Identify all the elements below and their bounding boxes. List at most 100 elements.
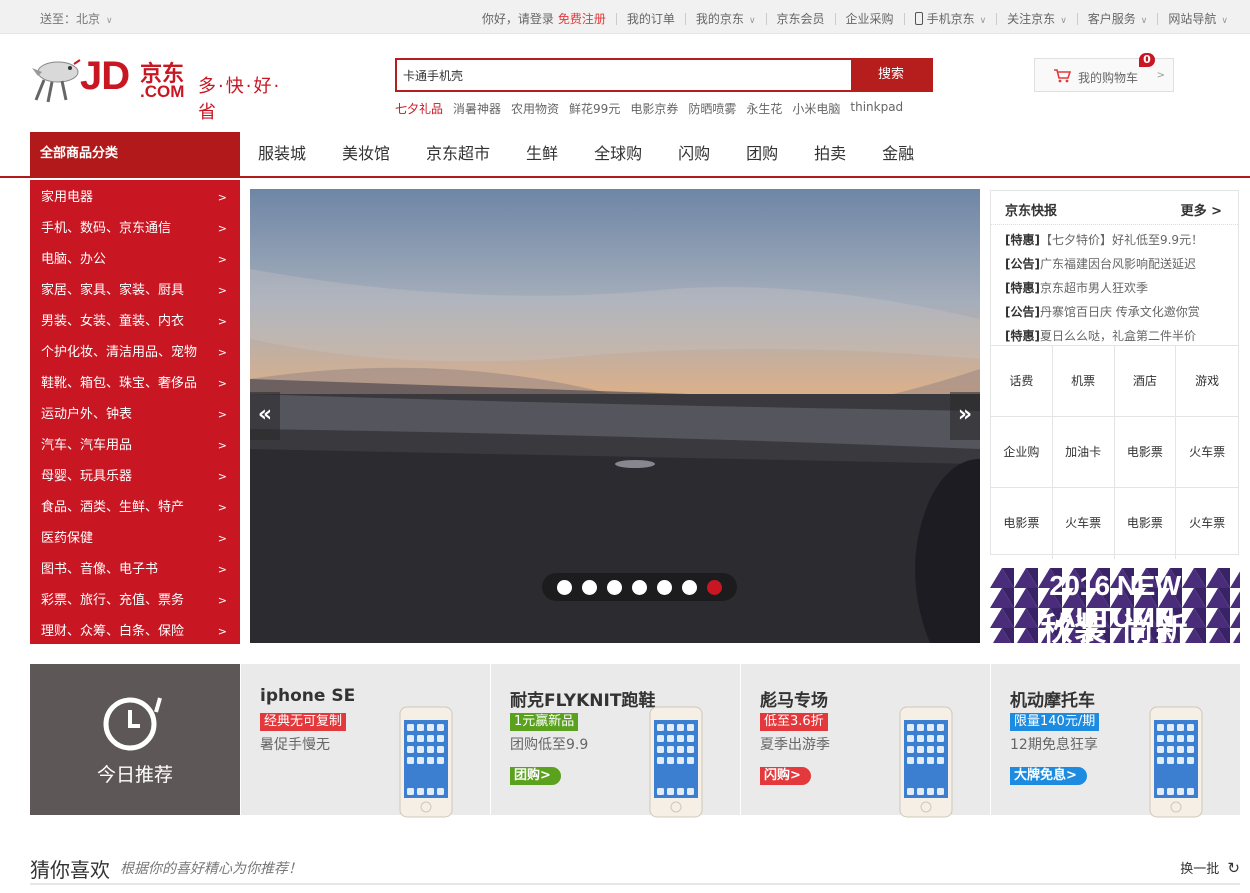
category-item[interactable]: 家居、家具、家装、厨具 > bbox=[30, 275, 240, 306]
service-item[interactable]: 话费 bbox=[991, 346, 1053, 417]
logo-slogan: 多·快·好·省 bbox=[198, 76, 282, 123]
flash-sale-button[interactable]: 闪购> bbox=[760, 767, 811, 785]
autumn-ad-banner[interactable]: 2016 NEW AUTUMN 秋装 尚新 bbox=[990, 568, 1240, 643]
service-item[interactable]: 加油卡 bbox=[1052, 417, 1115, 488]
hotword-link[interactable]: 电影京券 bbox=[630, 100, 678, 117]
recommend-product-card[interactable]: iphone SE 经典无可复制 暑促手慢无 bbox=[240, 664, 489, 818]
service-item[interactable]: 企业购 bbox=[991, 417, 1053, 488]
hotword-link[interactable]: 小米电脑 bbox=[792, 100, 840, 117]
hotword-link[interactable]: 消暑神器 bbox=[453, 100, 501, 117]
carousel-dot[interactable] bbox=[557, 579, 572, 595]
nav-item[interactable]: 团购 bbox=[728, 132, 796, 176]
carousel-dot[interactable] bbox=[582, 579, 597, 595]
category-item[interactable]: 汽车、汽车用品 > bbox=[30, 430, 240, 461]
service-item[interactable]: 电影票 bbox=[991, 488, 1053, 559]
category-item[interactable]: 食品、酒类、生鲜、特产 > bbox=[30, 492, 240, 523]
hotword-link[interactable]: 鲜花99元 bbox=[569, 100, 620, 117]
news-item[interactable]: [公告]丹寨馆百日庆 传承文化邀你赏 bbox=[1005, 300, 1238, 324]
category-item[interactable]: 运动户外、钟表 > bbox=[30, 399, 240, 430]
divider bbox=[834, 12, 836, 25]
mobile-jd-link[interactable]: 手机京东 ∨ bbox=[914, 10, 986, 27]
hot-keywords: 七夕礼品 消暑神器 农用物资 鲜花99元 电影京券 防晒喷雾 永生花 小米电脑 … bbox=[395, 100, 913, 117]
search-button[interactable]: 搜索 bbox=[851, 60, 931, 90]
product-name: iphone SE bbox=[260, 686, 356, 706]
site-nav-link[interactable]: 网站导航 ∨ bbox=[1168, 10, 1228, 27]
nav-item[interactable]: 京东超市 bbox=[408, 132, 508, 176]
category-item[interactable]: 男装、女装、童装、内衣 > bbox=[30, 306, 240, 337]
category-item[interactable]: 鞋靴、箱包、珠宝、奢侈品 > bbox=[30, 368, 240, 399]
service-item[interactable]: 火车票 bbox=[1053, 488, 1115, 559]
member-link[interactable]: 京东会员 bbox=[777, 10, 825, 27]
chevron-right-icon: > bbox=[217, 346, 227, 359]
news-item[interactable]: [特惠]京东超市男人狂欢季 bbox=[1005, 276, 1238, 300]
category-item[interactable]: 个护化妆、清洁用品、宠物 > bbox=[30, 337, 240, 368]
carousel-dot[interactable] bbox=[682, 579, 697, 595]
enterprise-link[interactable]: 企业采购 bbox=[846, 10, 894, 27]
news-item[interactable]: [公告]广东福建因台风影响配送延迟 bbox=[1005, 252, 1238, 276]
service-item[interactable]: 电影票 bbox=[1114, 417, 1177, 488]
category-item[interactable]: 彩票、旅行、充值、票务 > bbox=[30, 585, 240, 616]
service-item[interactable]: 电影票 bbox=[1115, 488, 1177, 559]
category-item[interactable]: 手机、数码、京东通信 > bbox=[30, 213, 240, 244]
service-item[interactable]: 酒店 bbox=[1114, 346, 1177, 417]
nav-item[interactable]: 拍卖 bbox=[796, 132, 864, 176]
category-item[interactable]: 医药保健 > bbox=[30, 523, 240, 554]
recommend-product-card[interactable]: 彪马专场 低至3.6折 夏季出游季 闪购> bbox=[740, 664, 989, 818]
news-more-link[interactable]: 更多 > bbox=[1181, 200, 1222, 219]
category-item[interactable]: 理财、众筹、白条、保险 > bbox=[30, 616, 240, 647]
banner-carousel[interactable]: « » bbox=[250, 189, 980, 643]
chevron-right-icon: > bbox=[217, 191, 227, 204]
hotword-link[interactable]: 永生花 bbox=[746, 100, 782, 117]
nav-item[interactable]: 生鲜 bbox=[508, 132, 576, 176]
search-input[interactable] bbox=[397, 60, 853, 90]
login-link[interactable]: 你好，请登录 bbox=[482, 10, 554, 27]
product-subtitle: 团购低至9.9 bbox=[510, 737, 589, 753]
change-batch-button[interactable]: 换一批 ↻ bbox=[1180, 858, 1240, 877]
service-item[interactable]: 火车票 bbox=[1176, 488, 1238, 559]
nav-item[interactable]: 服装城 bbox=[240, 132, 324, 176]
customer-service-link[interactable]: 客户服务 ∨ bbox=[1088, 10, 1148, 27]
category-item[interactable]: 家用电器 > bbox=[30, 182, 240, 213]
divider bbox=[615, 12, 617, 25]
hotword-link[interactable]: 防晒喷雾 bbox=[688, 100, 736, 117]
product-tag: 经典无可复制 bbox=[260, 713, 347, 731]
category-item[interactable]: 图书、音像、电子书 > bbox=[30, 554, 240, 585]
recommend-product-card[interactable]: 机动摩托车 限量140元/期 12期免息狂享 大牌免息> bbox=[990, 664, 1239, 818]
hotword-link[interactable]: thinkpad bbox=[850, 100, 903, 117]
service-item[interactable]: 游戏 bbox=[1176, 346, 1238, 417]
hotword-link[interactable]: 农用物资 bbox=[511, 100, 559, 117]
delivery-location[interactable]: 送至：北京 ∨ bbox=[40, 10, 113, 27]
carousel-dot[interactable] bbox=[632, 579, 647, 595]
news-text: 京东超市男人狂欢季 bbox=[1039, 281, 1148, 295]
phone-icon bbox=[914, 12, 923, 25]
nav-item[interactable]: 全球购 bbox=[576, 132, 660, 176]
group-buy-button[interactable]: 团购> bbox=[510, 767, 561, 785]
follow-jd-link[interactable]: 关注京东 ∨ bbox=[1007, 10, 1067, 27]
nav-item[interactable]: 金融 bbox=[864, 132, 932, 176]
carousel-dot[interactable] bbox=[607, 579, 622, 595]
service-item[interactable]: 机票 bbox=[1052, 346, 1115, 417]
carousel-dot[interactable] bbox=[657, 579, 672, 595]
banner-next-button[interactable]: » bbox=[950, 392, 980, 440]
shopping-cart-button[interactable]: 我的购物车 > 0 bbox=[1034, 53, 1174, 92]
jd-news-panel: 京东快报 更多 > [特惠]【七夕特价】好礼低至9.9元！ [公告]广东福建因台… bbox=[990, 190, 1239, 559]
category-item[interactable]: 电脑、办公 > bbox=[30, 244, 240, 275]
recommend-product-card[interactable]: 耐克FLYKNIT跑鞋 1元赢新品 团购低至9.9 团购> bbox=[490, 664, 739, 818]
my-jd-link[interactable]: 我的京东 ∨ bbox=[696, 10, 756, 27]
my-orders-link[interactable]: 我的订单 bbox=[627, 10, 675, 27]
chevron-down-icon: ∨ bbox=[1140, 16, 1148, 26]
register-link[interactable]: 免费注册 bbox=[558, 10, 606, 27]
nav-item[interactable]: 闪购 bbox=[660, 132, 728, 176]
category-label: 医药保健 bbox=[41, 531, 94, 546]
interest-free-button[interactable]: 大牌免息> bbox=[1010, 767, 1087, 785]
banner-prev-button[interactable]: « bbox=[250, 392, 280, 440]
service-item[interactable]: 火车票 bbox=[1176, 417, 1238, 488]
news-item[interactable]: [特惠]【七夕特价】好礼低至9.9元！ bbox=[1005, 228, 1238, 252]
all-categories-button[interactable]: 全部商品分类 bbox=[30, 132, 240, 178]
chevron-right-icon: > bbox=[217, 501, 227, 514]
jd-logo[interactable]: JD 京东 .COM 多·快·好·省 bbox=[30, 52, 300, 123]
category-item[interactable]: 母婴、玩具乐器 > bbox=[30, 461, 240, 492]
hotword-link[interactable]: 七夕礼品 bbox=[395, 100, 443, 117]
carousel-dot-active[interactable] bbox=[707, 579, 722, 595]
nav-item[interactable]: 美妆馆 bbox=[324, 132, 408, 176]
